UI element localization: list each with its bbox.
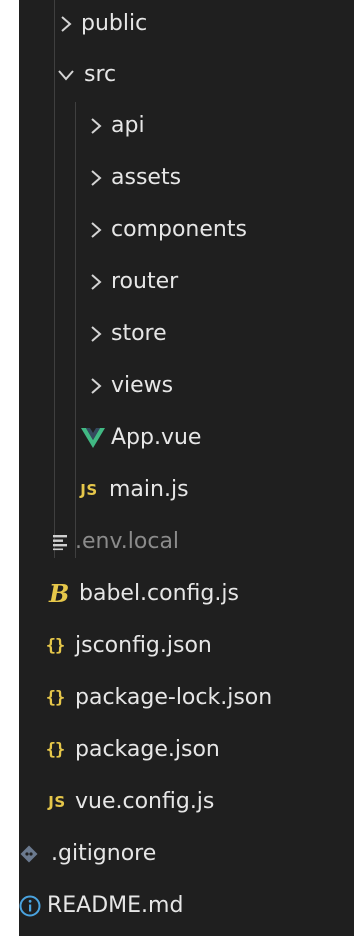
tree-item-label: main.js	[109, 477, 189, 502]
explorer-tree: public src api assets components router …	[19, 0, 354, 936]
svg-text:B: B	[48, 581, 69, 607]
chevron-right-icon	[89, 116, 103, 136]
tree-item-label: README.md	[47, 893, 184, 918]
chevron-right-icon	[89, 376, 103, 396]
tree-item-label: App.vue	[111, 425, 202, 450]
git-file-icon	[19, 844, 39, 864]
json-file-icon: {}	[45, 740, 65, 760]
tree-item-label: views	[111, 373, 174, 398]
env-file-icon	[51, 533, 69, 551]
tree-item-label: jsconfig.json	[75, 633, 212, 658]
babel-file-icon: B	[47, 581, 73, 607]
tree-item-assets-folder[interactable]: assets	[19, 154, 354, 202]
tree-item-router-folder[interactable]: router	[19, 258, 354, 306]
tree-item-views-folder[interactable]: views	[19, 362, 354, 410]
tree-item-api-folder[interactable]: api	[19, 102, 354, 150]
javascript-file-icon: JS	[80, 481, 98, 499]
json-file-icon: {}	[45, 636, 65, 656]
tree-item-jsconfig-json-file[interactable]: {} jsconfig.json	[19, 622, 354, 670]
tree-item-label: vue.config.js	[75, 789, 215, 814]
chevron-right-icon	[89, 168, 103, 188]
tree-item-app-vue-file[interactable]: App.vue	[19, 414, 354, 462]
chevron-right-icon	[89, 272, 103, 292]
tree-item-env-local-file[interactable]: .env.local	[19, 518, 354, 566]
tree-item-package-json-file[interactable]: {} package.json	[19, 726, 354, 774]
info-icon	[19, 895, 41, 917]
tree-item-label: src	[84, 62, 117, 87]
json-file-icon: {}	[45, 688, 65, 708]
vue-file-icon	[81, 428, 105, 448]
tree-item-main-js-file[interactable]: JS main.js	[19, 466, 354, 514]
tree-item-components-folder[interactable]: components	[19, 206, 354, 254]
tree-item-label: store	[111, 321, 167, 346]
file-explorer: public src api assets components router …	[0, 0, 354, 936]
tree-item-label: package.json	[75, 737, 220, 762]
chevron-down-icon	[56, 68, 76, 82]
tree-item-src-folder[interactable]: src	[19, 51, 354, 99]
tree-item-babel-config-file[interactable]: B babel.config.js	[19, 570, 354, 618]
chevron-right-icon	[59, 14, 73, 34]
tree-item-public-folder[interactable]: public	[19, 0, 354, 48]
tree-item-gitignore-file[interactable]: .gitignore	[19, 830, 354, 878]
chevron-right-icon	[89, 324, 103, 344]
tree-item-label: public	[81, 11, 148, 36]
tree-item-label: .gitignore	[51, 841, 157, 866]
tree-item-label: babel.config.js	[79, 581, 239, 606]
tree-item-label: components	[111, 217, 247, 242]
tree-item-label: router	[111, 269, 179, 294]
javascript-file-icon: JS	[48, 793, 66, 811]
tree-item-label: assets	[111, 165, 182, 190]
tree-item-label: api	[111, 113, 145, 138]
tree-item-label: .env.local	[75, 529, 180, 554]
tree-item-vue-config-js-file[interactable]: JS vue.config.js	[19, 778, 354, 826]
tree-item-label: package-lock.json	[75, 685, 273, 710]
tree-item-package-lock-json-file[interactable]: {} package-lock.json	[19, 674, 354, 722]
tree-item-readme-file[interactable]: README.md	[19, 882, 354, 930]
chevron-right-icon	[89, 220, 103, 240]
tree-item-store-folder[interactable]: store	[19, 310, 354, 358]
